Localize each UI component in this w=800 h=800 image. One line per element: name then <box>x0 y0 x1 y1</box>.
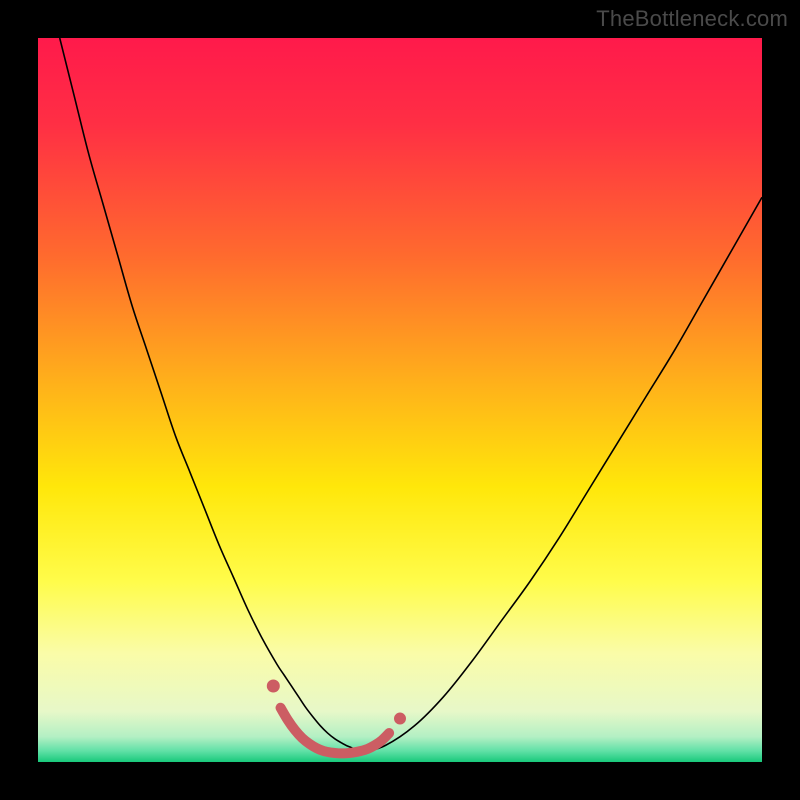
gradient-background <box>38 38 762 762</box>
plot-area <box>38 38 762 762</box>
highlight-dot-left <box>267 679 280 692</box>
highlight-dot-right <box>394 713 406 725</box>
plot-svg <box>38 38 762 762</box>
chart-root: TheBottleneck.com <box>0 0 800 800</box>
watermark-text: TheBottleneck.com <box>596 6 788 32</box>
